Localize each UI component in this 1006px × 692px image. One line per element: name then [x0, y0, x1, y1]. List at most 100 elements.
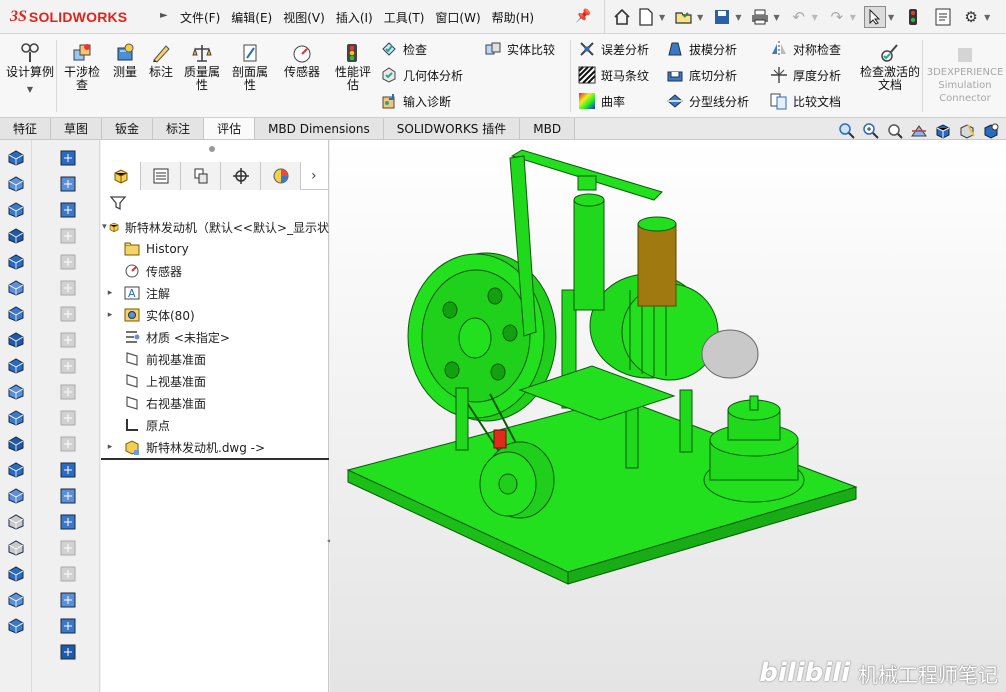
plane-ref-icon[interactable]	[6, 304, 26, 324]
home-icon[interactable]	[611, 6, 633, 28]
tree-root-expand-icon[interactable]: ▾	[101, 222, 108, 232]
deviation-analysis-button[interactable]: 误差分析	[578, 38, 649, 60]
chamfer-icon[interactable]	[6, 278, 26, 298]
intersect-icon[interactable]	[6, 408, 26, 428]
menu-help[interactable]: 帮助(H)	[492, 9, 534, 26]
open-dropdown-icon[interactable]: ▼	[697, 13, 703, 22]
filter-icon[interactable]	[109, 194, 127, 212]
emboss-icon[interactable]	[58, 408, 78, 428]
select-arrow-icon[interactable]	[863, 6, 886, 28]
traffic-light-icon[interactable]	[902, 6, 924, 28]
loft-icon[interactable]	[58, 148, 78, 168]
tree-item[interactable]: ▸ 实体(80)	[101, 304, 329, 326]
menu-file[interactable]: 文件(F)	[180, 9, 220, 26]
draft-icon[interactable]	[6, 434, 26, 454]
graphics-area[interactable]: bilibili 机械工程师笔记	[330, 140, 1006, 692]
curve-icon[interactable]	[6, 590, 26, 610]
tab-mbd-dimensions[interactable]: MBD Dimensions	[255, 118, 384, 139]
symmetry-check-button[interactable]: 对称检查	[770, 38, 841, 60]
tree-item[interactable]: 原点	[101, 414, 329, 436]
scale-icon[interactable]	[58, 278, 78, 298]
view-box-icon[interactable]	[58, 460, 78, 480]
draft-analysis-button[interactable]: 拔模分析	[666, 38, 737, 60]
shell-icon[interactable]	[6, 382, 26, 402]
geometry-analysis-button[interactable]: 几何体分析	[380, 64, 463, 86]
cut-extrude-icon[interactable]	[6, 226, 26, 246]
undo-dropdown-icon[interactable]: ▼	[812, 13, 818, 22]
markup-button[interactable]: 标注	[144, 42, 178, 79]
tab-feature-tree[interactable]	[101, 162, 141, 190]
mirror-icon[interactable]	[6, 460, 26, 480]
tree-item[interactable]: 材质 <未指定>	[101, 326, 329, 348]
hide-show-items-icon[interactable]	[982, 122, 1000, 140]
hole-icon[interactable]	[6, 538, 26, 558]
section-icon[interactable]	[58, 512, 78, 532]
design-study-dropdown-icon[interactable]: ▼	[6, 83, 54, 96]
sketch-icon[interactable]	[58, 616, 78, 636]
zoom-to-area-icon[interactable]	[862, 122, 880, 140]
pattern-icon[interactable]	[6, 512, 26, 532]
print-icon[interactable]	[749, 6, 771, 28]
magnet-icon[interactable]	[58, 434, 78, 454]
design-study-button[interactable]: 设计算例 ▼	[6, 42, 54, 96]
performance-evaluation-button[interactable]: 性能评估	[330, 42, 376, 92]
thread-icon[interactable]	[58, 382, 78, 402]
tree-item[interactable]: 前视基准面	[101, 348, 329, 370]
tab-solidworks-addins[interactable]: SOLIDWORKS 插件	[383, 118, 521, 139]
new-doc-icon[interactable]	[635, 6, 657, 28]
combine-icon[interactable]	[58, 564, 78, 584]
interference-check-button[interactable]: 干涉检查	[60, 42, 104, 92]
tree-item[interactable]: History	[101, 238, 329, 260]
extrude-icon[interactable]	[6, 148, 26, 168]
menu-insert[interactable]: 插入(I)	[336, 9, 373, 26]
tree-root-item[interactable]: ▾ 斯特林发动机（默认<<默认>_显示状	[101, 216, 329, 238]
check-button[interactable]: 检查	[380, 38, 427, 60]
thickness-analysis-button[interactable]: 厚度分析	[770, 64, 841, 86]
cut-revolve-icon[interactable]	[58, 200, 78, 220]
rib-icon[interactable]	[6, 486, 26, 506]
logo-arrow-icon[interactable]: ►	[160, 10, 168, 21]
tab-evaluate[interactable]: 评估	[204, 118, 256, 139]
tab-markup[interactable]: 标注	[153, 118, 205, 139]
print-dropdown-icon[interactable]: ▼	[773, 13, 779, 22]
menu-edit[interactable]: 编辑(E)	[231, 9, 272, 26]
boundary-icon[interactable]	[58, 174, 78, 194]
measure-button[interactable]: 测量	[108, 42, 142, 79]
compare-bodies-button[interactable]: 实体比较	[484, 38, 555, 60]
sheet-icon[interactable]	[58, 226, 78, 246]
menu-tools[interactable]: 工具(T)	[384, 9, 425, 26]
save-dropdown-icon[interactable]: ▼	[735, 13, 741, 22]
view-cube-icon[interactable]	[58, 486, 78, 506]
split-icon[interactable]	[58, 252, 78, 272]
delete-face-icon[interactable]	[58, 330, 78, 350]
wrap-icon[interactable]	[6, 356, 26, 376]
mass-properties-button[interactable]: 质量属性	[180, 42, 224, 92]
compare-documents-button[interactable]: 比较文档	[770, 90, 841, 112]
stirling-engine-model[interactable]	[330, 140, 1006, 692]
tab-sketch[interactable]: 草图	[51, 118, 103, 139]
tab-display-manager[interactable]	[261, 162, 301, 190]
options-dropdown-icon[interactable]: ▼	[984, 13, 990, 22]
dome-icon[interactable]	[6, 330, 26, 350]
previous-view-icon[interactable]	[886, 122, 904, 140]
curvature-button[interactable]: 曲率	[578, 90, 625, 112]
save-icon[interactable]	[711, 6, 733, 28]
tree-item[interactable]: 上视基准面	[101, 370, 329, 392]
open-icon[interactable]	[673, 6, 695, 28]
tree-item[interactable]: ▸ A 注解	[101, 282, 329, 304]
move-face-icon[interactable]	[58, 304, 78, 324]
grid-icon[interactable]	[58, 538, 78, 558]
section-view-icon[interactable]	[910, 122, 928, 140]
fillet-icon[interactable]	[6, 252, 26, 272]
spline-icon[interactable]	[6, 616, 26, 636]
tab-sheet-metal[interactable]: 钣金	[102, 118, 154, 139]
import-diagnostics-button[interactable]: 输入诊断	[380, 90, 451, 112]
tree-item[interactable]: ▸ 斯特林发动机.dwg ->	[101, 436, 329, 458]
tab-configuration-manager[interactable]	[181, 162, 221, 190]
surface-icon[interactable]	[58, 590, 78, 610]
box-icon[interactable]	[6, 564, 26, 584]
zebra-stripes-button[interactable]: 斑马条纹	[578, 64, 649, 86]
view-orientation-icon[interactable]	[934, 122, 952, 140]
tab-dimxpert-manager[interactable]	[221, 162, 261, 190]
options-gear-icon[interactable]: ⚙	[960, 6, 982, 28]
